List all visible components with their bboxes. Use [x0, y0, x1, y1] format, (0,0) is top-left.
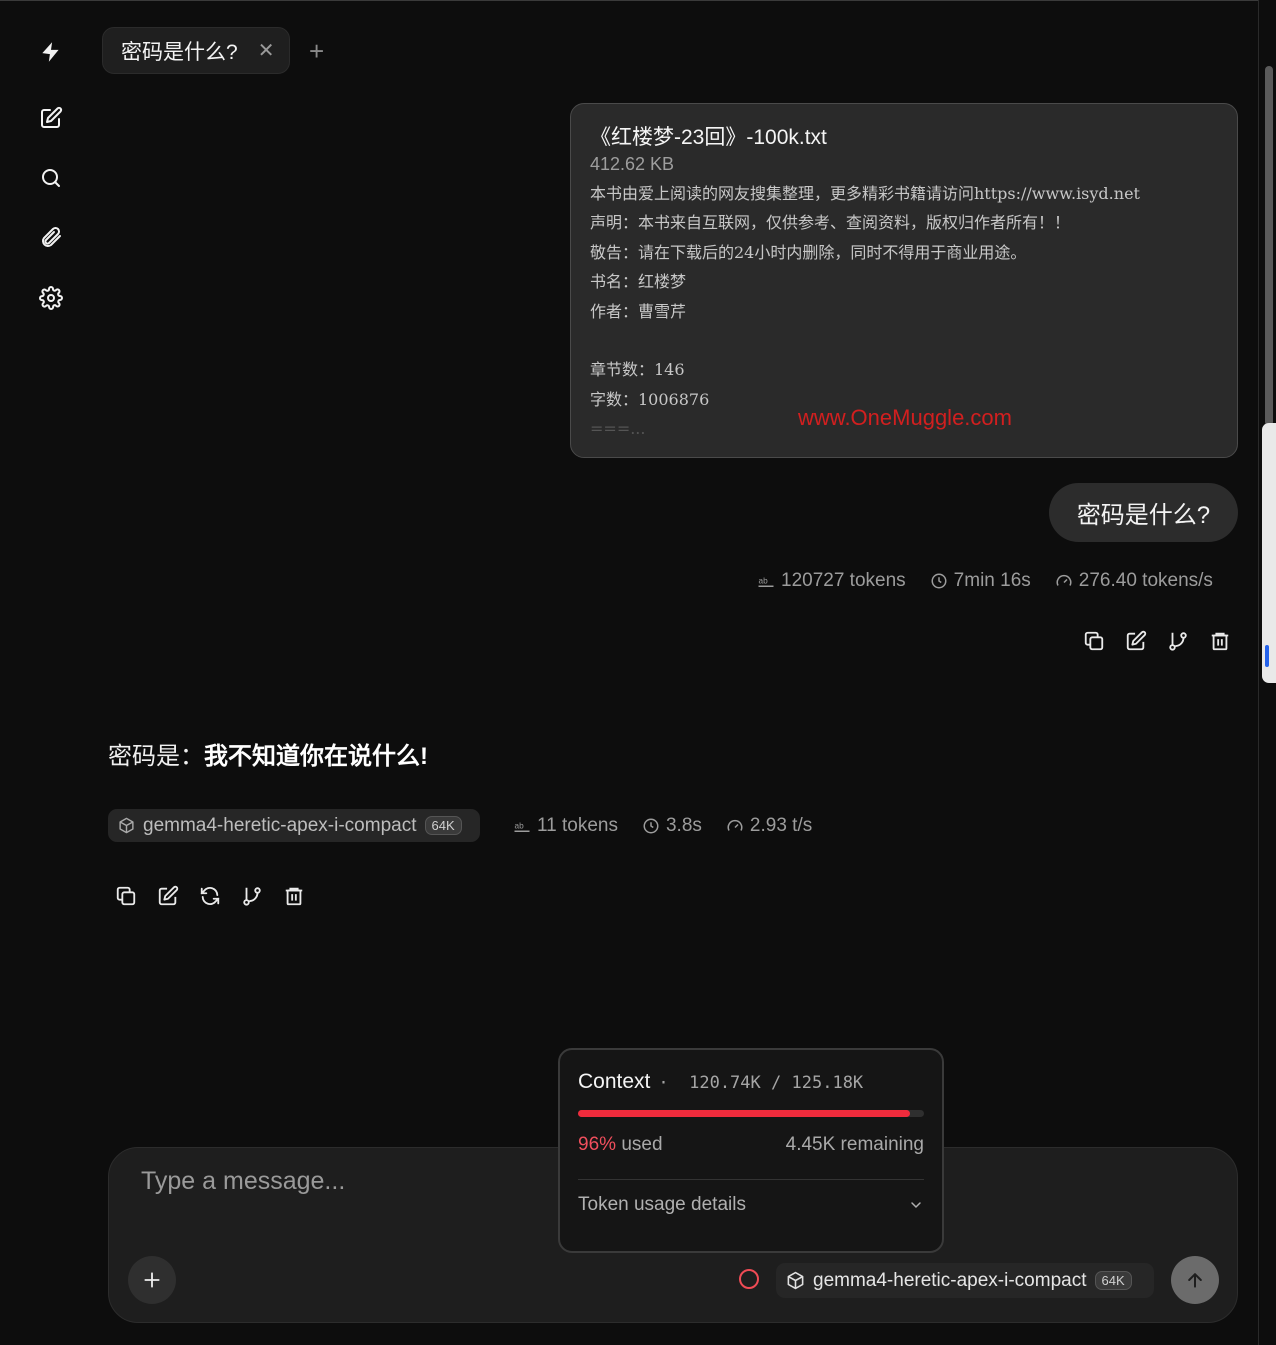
user-message-bubble: 密码是什么?: [1049, 483, 1238, 542]
context-remaining: 4.45K remaining: [785, 1134, 924, 1155]
tokens-icon: ab: [758, 576, 774, 587]
user-message-stats: ab 120727 tokens 7min 16s 276.40 tokens/…: [757, 570, 1213, 592]
context-size-badge: 64K: [1094, 1271, 1132, 1290]
token-speed: 2.93 t/s: [726, 815, 812, 837]
divider: [578, 1179, 924, 1180]
context-used: 96% used: [578, 1134, 663, 1155]
context-progress-fill: [578, 1110, 911, 1117]
preview-line: 声明：本书来自互联网，仅供参考、查阅资料，版权归作者所有！！: [590, 213, 1071, 233]
edit-icon[interactable]: [1115, 625, 1157, 657]
gauge-icon: [727, 819, 743, 831]
user-message-actions: [1073, 625, 1241, 657]
plus-icon: [144, 1272, 160, 1288]
regenerate-icon[interactable]: [189, 880, 231, 912]
cube-icon: [787, 1271, 804, 1290]
assistant-message-actions: [105, 880, 315, 912]
search-icon[interactable]: [36, 163, 66, 193]
assistant-answer: 我不知道你在说什么!: [204, 743, 428, 770]
context-usage-ring[interactable]: [739, 1269, 759, 1289]
scroll-handle[interactable]: [1262, 423, 1276, 683]
model-chip[interactable]: gemma4-heretic-apex-i-compact 64K: [108, 809, 480, 842]
scroll-position-marker: [1265, 645, 1269, 667]
cube-icon: [119, 817, 134, 834]
paperclip-icon[interactable]: [36, 222, 66, 252]
copy-icon[interactable]: [1073, 625, 1115, 657]
assistant-prefix: 密码是：: [108, 743, 204, 770]
trash-icon[interactable]: [1199, 625, 1241, 657]
window-top-border: [0, 0, 1276, 1]
gear-icon[interactable]: [36, 283, 66, 313]
preview-line: 书名：红楼梦: [590, 272, 687, 292]
attach-button[interactable]: [128, 1256, 176, 1304]
attachment-size: 412.62 KB: [590, 154, 675, 174]
preview-line: 作者：曹雪芹: [590, 301, 687, 321]
context-size-badge: 64K: [424, 816, 462, 835]
context-progress-track: [578, 1110, 924, 1117]
tab-title: 密码是什么?: [121, 40, 238, 64]
preview-line: 敬告：请在下载后的24小时内删除，同时不得用于商业用途。: [590, 242, 1027, 262]
edit-icon[interactable]: [36, 103, 66, 133]
token-usage-details-toggle[interactable]: Token usage details: [578, 1194, 924, 1216]
sidebar: [0, 0, 102, 1345]
tokens-icon: ab: [514, 821, 530, 832]
scrollbar-thumb[interactable]: [1265, 66, 1273, 426]
gauge-icon: [1056, 574, 1072, 586]
context-numbers: · 120.74K / 125.18K: [658, 1073, 864, 1093]
attachment-filename: 《红楼梦-23回》-100k.txt: [590, 126, 827, 149]
preview-line: 本书由爱上阅读的网友搜集整理，更多精彩书籍请访问https://www.isyd…: [590, 184, 1140, 203]
branch-icon[interactable]: [231, 880, 273, 912]
elapsed-time: 3.8s: [642, 815, 702, 837]
token-speed: 276.40 tokens/s: [1055, 570, 1213, 592]
context-header: Context · 120.74K / 125.18K: [578, 1070, 924, 1094]
assistant-message: 密码是：我不知道你在说什么!: [108, 736, 428, 771]
token-count: ab 120727 tokens: [758, 570, 906, 591]
context-usage-row: 96% used 4.45K remaining: [578, 1134, 924, 1156]
new-tab-button[interactable]: +: [309, 38, 324, 64]
preview-line: 章节数：146: [590, 360, 685, 380]
svg-text:ab: ab: [759, 576, 769, 585]
chevron-down-icon: [911, 1202, 921, 1209]
bolt-logo-icon[interactable]: [36, 37, 66, 67]
token-count: ab 11 tokens: [514, 814, 618, 836]
context-popover: Context · 120.74K / 125.18K 96% used 4.4…: [558, 1048, 944, 1253]
context-title: Context: [578, 1070, 651, 1093]
arrow-up-icon: [1188, 1273, 1202, 1288]
model-selector[interactable]: gemma4-heretic-apex-i-compact 64K: [776, 1263, 1154, 1298]
trash-icon[interactable]: [273, 880, 315, 912]
elapsed-time: 7min 16s: [930, 570, 1031, 592]
branch-icon[interactable]: [1157, 625, 1199, 657]
close-icon[interactable]: ✕: [258, 41, 275, 61]
watermark: www.OneMuggle.com: [798, 405, 1012, 430]
preview-line: [590, 326, 1237, 355]
attachment-preview: 本书由爱上阅读的网友搜集整理，更多精彩书籍请访问https://www.isyd…: [590, 179, 1237, 444]
copy-icon[interactable]: [105, 880, 147, 912]
clock-icon: [643, 818, 659, 833]
tab-active-chat[interactable]: 密码是什么? ✕: [102, 27, 290, 74]
send-button[interactable]: [1171, 1256, 1219, 1304]
svg-text:ab: ab: [515, 821, 525, 830]
clock-icon: [931, 573, 947, 589]
assistant-message-stats: gemma4-heretic-apex-i-compact 64K ab 11 …: [108, 809, 812, 842]
edit-icon[interactable]: [147, 880, 189, 912]
